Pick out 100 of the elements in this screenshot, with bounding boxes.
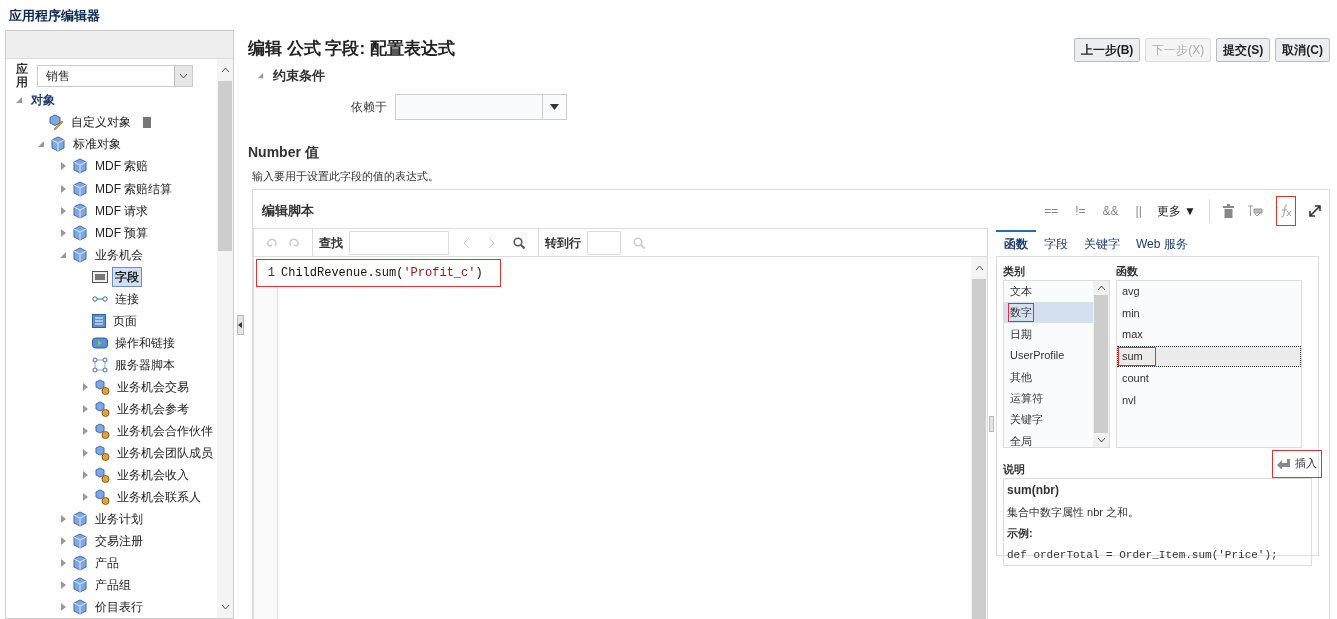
expand-triangle-icon[interactable] (80, 469, 90, 480)
chevron-right-icon[interactable] (488, 236, 495, 249)
expand-triangle-icon[interactable] (80, 425, 90, 436)
operator-button[interactable]: && (1100, 202, 1121, 220)
chevron-down-icon[interactable] (1096, 436, 1106, 443)
triangle-left-icon (238, 321, 242, 328)
expand-triangle-icon[interactable] (80, 403, 90, 414)
chevron-up-icon[interactable] (220, 67, 230, 73)
line-field[interactable] (587, 230, 621, 255)
scrollbar[interactable] (1093, 280, 1109, 447)
tree-item[interactable]: MDF 索赔 (92, 156, 152, 177)
expand-triangle-icon[interactable] (58, 602, 68, 613)
tab[interactable]: Web 服务 (1128, 230, 1196, 256)
list-item[interactable]: max (1117, 323, 1301, 346)
scrollbar[interactable] (971, 257, 987, 619)
chevron-up-icon[interactable] (1096, 284, 1106, 291)
tree-item[interactable]: 价目表行 (92, 597, 146, 618)
expand-triangle-icon[interactable] (80, 381, 90, 392)
validate-icon[interactable] (1247, 204, 1263, 218)
expand-triangle-icon[interactable] (58, 514, 68, 524)
find-field[interactable] (349, 230, 449, 255)
more-menu[interactable]: 更多 ▼ (1156, 202, 1196, 220)
list-item[interactable]: 全局 (1004, 430, 1093, 447)
tree-item[interactable]: 业务机会 (92, 244, 146, 265)
chevron-down-icon[interactable] (220, 604, 230, 610)
list-item[interactable]: min (1117, 302, 1301, 324)
list-item[interactable]: avg (1117, 280, 1301, 303)
tree-item[interactable]: 业务计划 (92, 509, 146, 529)
tree-item[interactable]: 产品组 (92, 575, 134, 596)
scrollbar[interactable] (217, 59, 233, 618)
tree-item[interactable]: 对象 (28, 90, 58, 111)
scrollbar-thumb[interactable] (972, 279, 986, 619)
tree-item[interactable]: 自定义对象 (68, 112, 134, 133)
function-button[interactable] (1276, 196, 1296, 226)
tree-item[interactable]: 业务机会交易 (114, 376, 192, 397)
list-item[interactable]: UserProfile (1004, 344, 1093, 367)
tree-item[interactable]: 标准对象 (70, 134, 124, 155)
chevron-left-icon[interactable] (463, 236, 470, 249)
chevron-up-icon[interactable] (974, 265, 984, 271)
dropdown-button[interactable] (174, 66, 192, 87)
document-icon (142, 115, 152, 129)
tree-item[interactable]: MDF 预算 (92, 222, 152, 243)
operator-button[interactable]: == (1042, 202, 1061, 220)
toolbar-button[interactable]: 取消(C) (1275, 38, 1330, 62)
cube-icon (72, 511, 88, 527)
trash-icon[interactable] (1223, 204, 1234, 218)
depends-select[interactable] (395, 93, 567, 120)
collapse-handle[interactable] (236, 314, 244, 335)
tree-item[interactable]: 业务机会收入 (114, 464, 192, 485)
expand-icon[interactable] (1309, 205, 1321, 217)
list-label: 类别 (1003, 264, 1026, 279)
tree-item[interactable]: MDF 请求 (92, 200, 152, 221)
collapse-triangle-icon[interactable] (256, 71, 265, 81)
tree-item[interactable]: 字段 (112, 266, 142, 287)
list-item[interactable]: 文本 (1004, 280, 1093, 302)
list-item[interactable]: 运算符 (1004, 387, 1093, 409)
toolbar-button[interactable]: 提交(S) (1216, 38, 1271, 62)
tree-item[interactable]: 业务机会参考 (114, 398, 192, 419)
expand-triangle-icon[interactable] (58, 161, 68, 172)
list-item[interactable]: 日期 (1004, 323, 1093, 345)
expand-triangle-icon[interactable] (58, 183, 68, 194)
tab[interactable]: 字段 (1036, 230, 1076, 256)
tree-item[interactable]: 产品 (92, 553, 122, 574)
operator-button[interactable]: != (1073, 202, 1088, 220)
toolbar-button[interactable]: 上一步(B) (1073, 38, 1141, 62)
list-item[interactable]: 关键字 (1004, 408, 1093, 431)
tree-item[interactable]: 操作和链接 (112, 332, 178, 353)
expand-triangle-icon[interactable] (58, 580, 68, 591)
tree-item[interactable]: 服务器脚本 (112, 354, 178, 375)
search-icon[interactable] (513, 236, 525, 249)
tree-item[interactable]: 业务机会合作伙伴 (114, 420, 216, 441)
list-item[interactable]: 其他 (1004, 366, 1093, 388)
list-item[interactable]: count (1117, 367, 1301, 389)
app-select[interactable]: 销售 (37, 65, 193, 88)
tree-item[interactable]: 页面 (110, 310, 140, 331)
example-label: 示例: (1007, 526, 1034, 541)
tree-item[interactable]: 连接 (112, 288, 142, 309)
expand-triangle-icon[interactable] (58, 205, 68, 216)
operator-button[interactable]: || (1133, 202, 1144, 220)
expand-triangle-icon[interactable] (80, 491, 90, 502)
scrollbar-thumb[interactable] (1094, 294, 1108, 433)
tree-item[interactable]: MDF 索赔结算 (92, 178, 176, 199)
scrollbar-thumb[interactable] (218, 81, 232, 251)
expand-triangle-icon[interactable] (80, 447, 90, 458)
list-item[interactable]: nvl (1117, 388, 1301, 411)
list-item[interactable]: sum (1117, 345, 1301, 368)
collapse-triangle-icon[interactable] (36, 139, 46, 150)
insert-button[interactable]: 插入 (1272, 449, 1322, 478)
expand-triangle-icon[interactable] (58, 536, 68, 546)
expand-triangle-icon[interactable] (58, 227, 68, 238)
tree-item[interactable]: 业务机会团队成员 (114, 442, 216, 463)
collapse-triangle-icon[interactable] (14, 95, 24, 106)
tree-item[interactable]: 业务机会联系人 (114, 486, 204, 507)
tab[interactable]: 关键字 (1076, 230, 1128, 256)
redo-icon[interactable] (288, 237, 300, 248)
tree-item[interactable]: 交易注册 (92, 531, 146, 551)
list-item[interactable]: 数字 (1004, 301, 1093, 324)
expand-triangle-icon[interactable] (58, 558, 68, 569)
collapse-handle[interactable] (988, 415, 994, 432)
undo-icon[interactable] (266, 237, 278, 248)
